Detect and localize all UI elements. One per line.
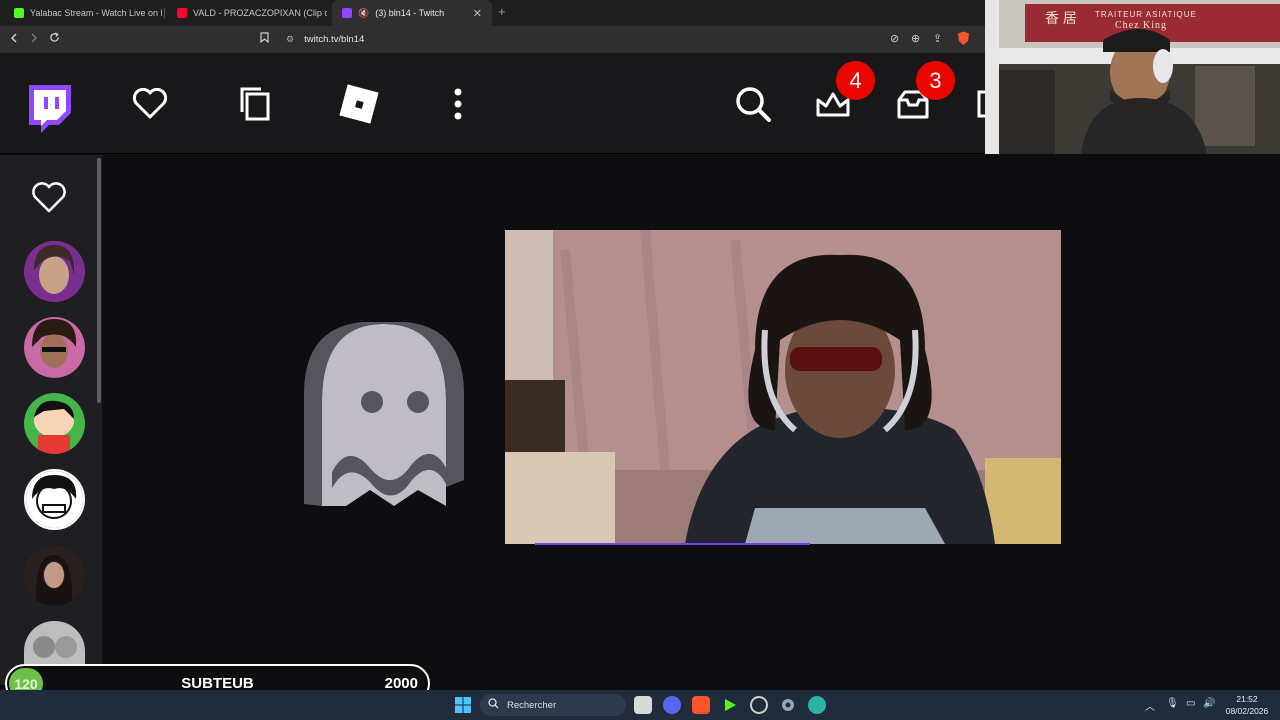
task-view-icon[interactable] [634,696,652,714]
obs-icon[interactable] [750,696,768,714]
video-progress-bar [535,543,810,545]
channel-avatar[interactable] [24,393,85,454]
taskbar-search[interactable]: Rechercher [480,694,626,716]
twitch-top-nav: 4 3 [0,53,985,154]
more-vertical-icon[interactable] [448,86,468,122]
forward-button[interactable] [26,31,42,47]
twitch-icon [342,8,352,18]
sign-chinese: 香 居 [1045,10,1077,26]
channel-avatar[interactable] [24,545,85,606]
sidebar-scrollbar[interactable] [97,158,101,403]
mute-icon[interactable]: 🔇 [358,8,369,19]
tray-chevron-icon[interactable]: ︿ [1145,698,1155,713]
volume-icon[interactable]: 🔊 [1203,698,1215,709]
kick-app-icon[interactable] [721,696,739,714]
tab-title: (3) bln14 - Twitch [375,8,445,18]
search-placeholder: Rechercher [507,699,557,711]
video-player[interactable] [505,230,1061,544]
roblox-icon[interactable] [338,83,380,125]
windows-taskbar: Rechercher ︿ 🎙 ▭ 🔊 21:52 08/02/2026 [0,690,1280,720]
twitch-logo-icon[interactable] [24,82,76,136]
network-icon[interactable]: ▭ [1186,698,1195,709]
taskbar-clock[interactable]: 21:52 08/02/2026 [1222,693,1272,717]
zoom-icon[interactable]: ⊕ [911,32,920,45]
brave-shield-icon[interactable] [957,31,970,49]
heart-icon[interactable] [31,182,67,219]
tab-title: VALD - PROZACZOPIXAN (Clip officiel) [193,8,327,18]
address-bar[interactable]: ⚙ twitch.tv/bln14 [276,30,976,49]
bookmark-icon[interactable] [256,31,272,47]
new-tab-button[interactable]: + [498,4,506,19]
brave-icon[interactable] [692,696,710,714]
channel-avatar[interactable] [24,317,85,378]
search-icon [488,698,499,712]
video-frame [505,230,1061,544]
share-icon[interactable]: ⇪ [933,32,942,45]
discord-icon[interactable] [663,696,681,714]
url-text: twitch.tv/bln14 [304,34,365,45]
ghost-icon [300,321,468,513]
channel-avatar[interactable] [24,469,85,530]
globe-icon[interactable] [808,696,826,714]
sign-text: TRAITEUR ASIATIQUE [1095,10,1197,19]
reload-button[interactable] [46,31,62,47]
inbox-badge: 3 [916,61,955,100]
microphone-icon[interactable]: 🎙 [1166,698,1179,709]
clock-date: 08/02/2026 [1225,706,1269,716]
tab-title: Yalabac Stream - Watch Live on Kick [30,8,162,18]
no-tracking-icon[interactable]: ⊘ [890,32,899,45]
sign-text-2: Chez King [1115,20,1168,31]
settings-icon[interactable] [779,696,797,714]
copy-icon[interactable] [237,86,273,122]
youtube-icon [177,8,187,18]
clock-time: 21:52 [1236,694,1258,704]
tab-kick[interactable]: Yalabac Stream - Watch Live on Kick [4,0,162,26]
kick-icon [14,8,24,18]
wallet-icon[interactable] [976,89,985,119]
site-info-icon[interactable]: ⚙ [286,34,294,45]
start-icon[interactable] [454,696,472,714]
heart-icon[interactable] [131,86,169,122]
webcam-overlay: 香 居 TRAITEUR ASIATIQUE Chez King [985,0,1280,154]
search-icon[interactable] [733,84,773,124]
screen: Yalabac Stream - Watch Live on Kick VALD… [0,0,1280,720]
close-tab-icon[interactable]: ✕ [473,7,482,20]
notification-badge: 4 [836,61,875,100]
channel-avatar[interactable] [24,241,85,302]
tab-youtube[interactable]: VALD - PROZACZOPIXAN (Clip officiel) [167,0,327,26]
back-button[interactable] [6,31,22,47]
tab-twitch[interactable]: 🔇 (3) bln14 - Twitch ✕ [332,0,492,26]
